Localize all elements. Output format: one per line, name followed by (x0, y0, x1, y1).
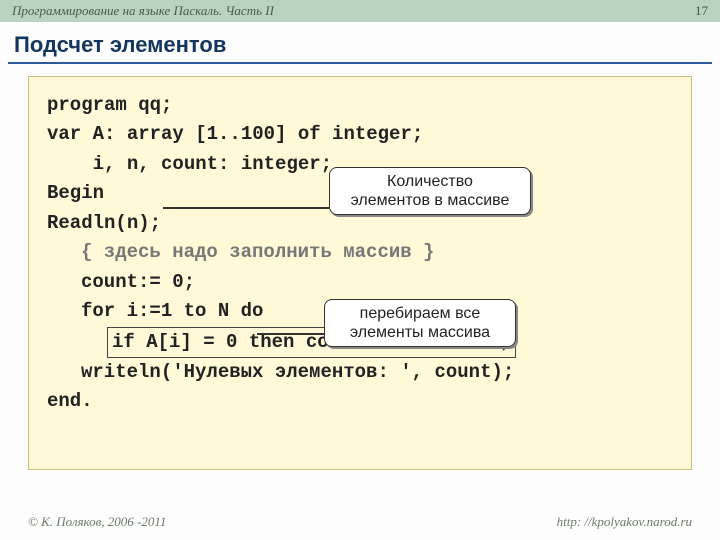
callout-count: Количество элементов в массиве (329, 167, 531, 215)
page-number: 17 (695, 3, 708, 19)
code-line-2: var A: array [1..100] of integer; (47, 120, 673, 149)
header-bar: Программирование на языке Паскаль. Часть… (0, 0, 720, 22)
code-line-6: { здесь надо заполнить массив } (47, 238, 673, 267)
footer-copyright: © К. Поляков, 2006 -2011 (28, 514, 166, 530)
callout-count-line1: Количество (340, 172, 520, 191)
code-line-10: writeln('Нулевых элементов: ', count); (47, 358, 673, 387)
callout-count-line2: элементов в массиве (340, 191, 520, 210)
header-title: Программирование на языке Паскаль. Часть… (12, 3, 274, 19)
code-line-1: program qq; (47, 91, 673, 120)
title-underline (8, 62, 712, 64)
callout-loop: перебираем все элементы массива (324, 299, 516, 347)
slide-title: Подсчет элементов (0, 22, 720, 62)
connector-2 (257, 333, 324, 335)
code-box: program qq; var A: array [1..100] of int… (28, 76, 692, 470)
code-line-11: end. (47, 387, 673, 416)
footer-url: http: //kpolyakov.narod.ru (557, 514, 692, 530)
connector-1 (163, 207, 329, 209)
footer: © К. Поляков, 2006 -2011 http: //kpolyak… (0, 514, 720, 530)
code-line-7: count:= 0; (47, 268, 673, 297)
callout-loop-line1: перебираем все (335, 304, 505, 323)
callout-loop-line2: элементы массива (335, 323, 505, 342)
slide: Программирование на языке Паскаль. Часть… (0, 0, 720, 540)
